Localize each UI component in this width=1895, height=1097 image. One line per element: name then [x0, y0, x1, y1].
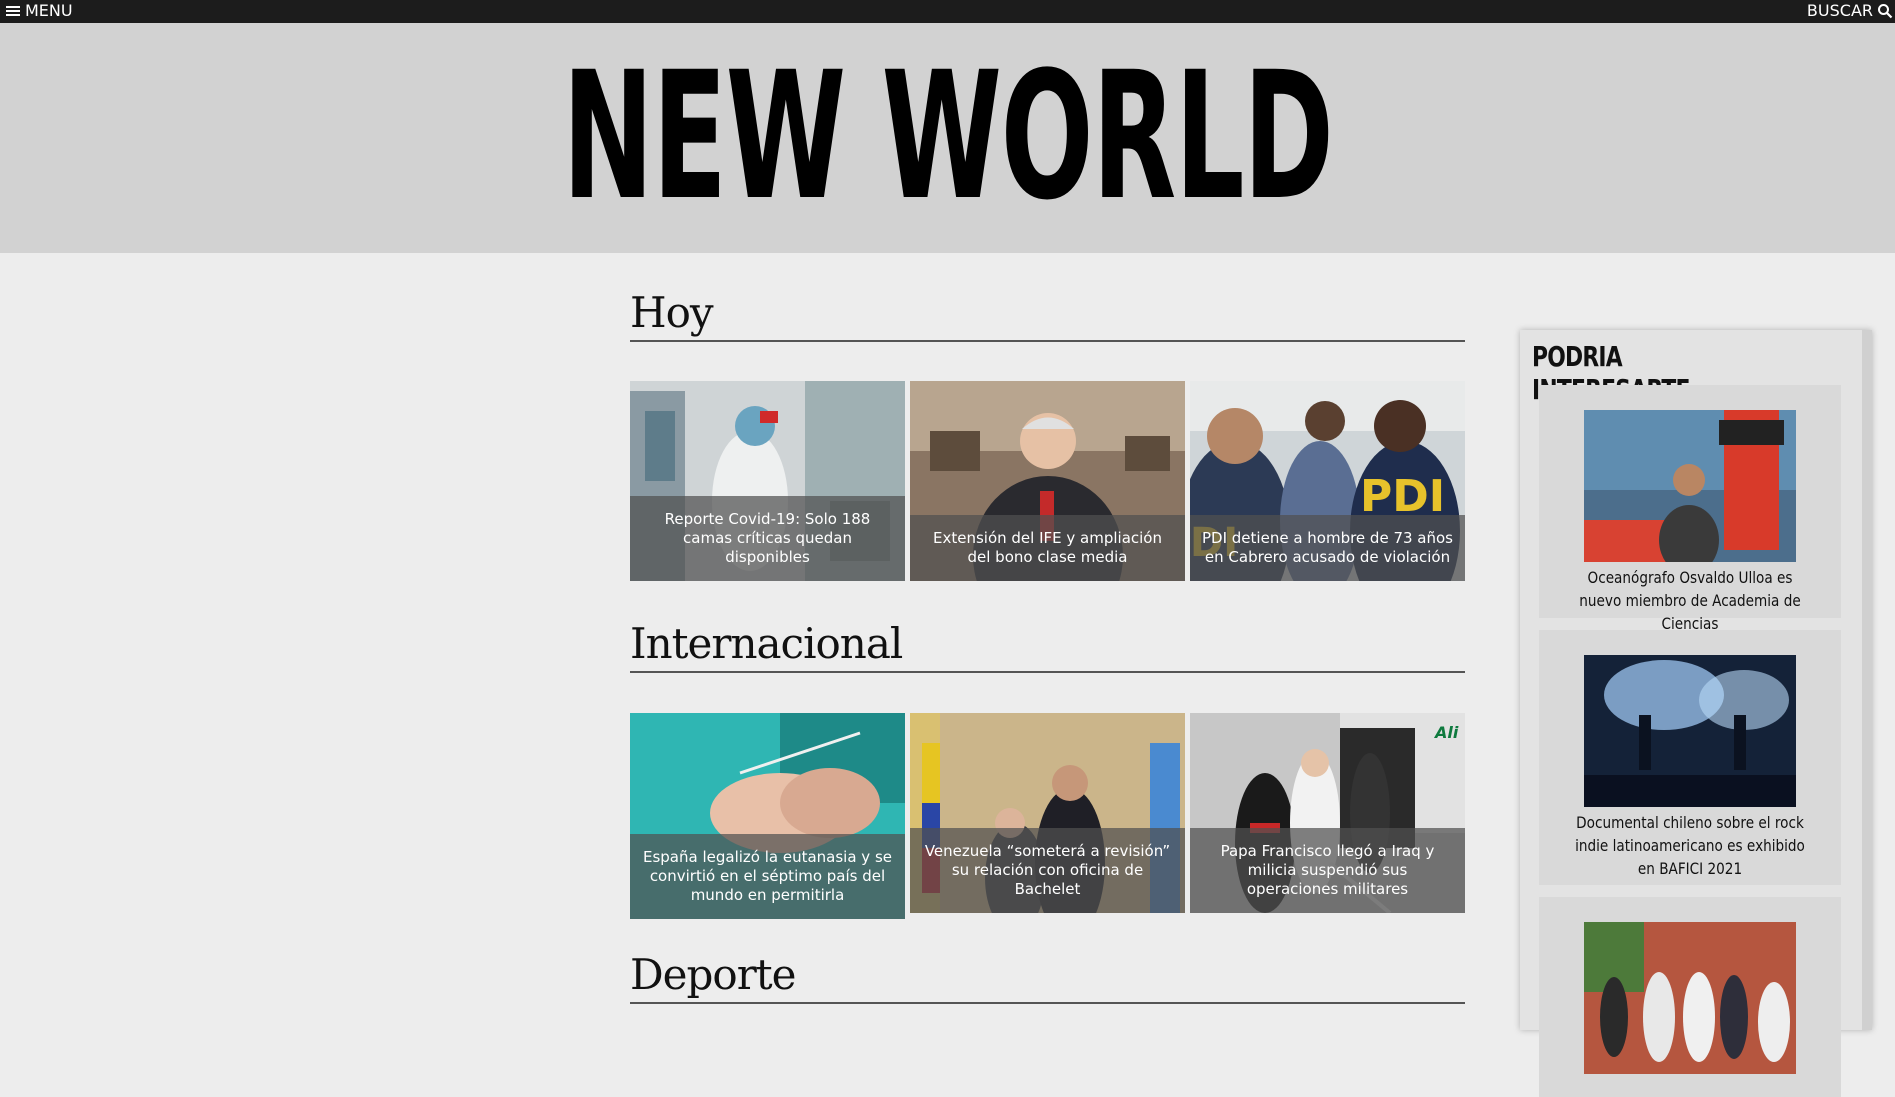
sidebar-item[interactable]: Oceanógrafo Osvaldo Ulloa es nuevo miemb…	[1539, 385, 1841, 633]
news-card[interactable]: España legalizó la eutanasia y se convir…	[630, 713, 905, 919]
oceanographer-photo	[1584, 410, 1796, 562]
card-row-internacional: España legalizó la eutanasia y se convir…	[630, 713, 1465, 919]
card-caption: PDI detiene a hombre de 73 años en Cabre…	[1190, 515, 1465, 581]
sidebar-scrollbar[interactable]	[1862, 330, 1872, 1030]
news-card[interactable]: Ali Papa Francisco llegó a Iraq y milici…	[1190, 713, 1465, 913]
news-card[interactable]: Venezuela “someterá a revisión” su relac…	[910, 713, 1185, 913]
sidebar-item[interactable]	[1539, 897, 1841, 1097]
group-photo	[1584, 922, 1796, 1074]
search-label: BUSCAR	[1806, 1, 1873, 20]
search-icon	[1878, 3, 1893, 18]
section-title-hoy[interactable]: Hoy	[630, 288, 1465, 342]
card-caption: España legalizó la eutanasia y se convir…	[630, 834, 905, 919]
menu-label: MENU	[25, 1, 73, 20]
card-caption: Venezuela “someterá a revisión” su relac…	[910, 828, 1185, 913]
sidebar-item-text: Documental chileno sobre el rock indie l…	[1575, 813, 1805, 878]
section-title-internacional[interactable]: Internacional	[630, 619, 1465, 673]
card-caption: Reporte Covid-19: Solo 188 camas crítica…	[630, 496, 905, 581]
news-card[interactable]: PDI DI PDI detiene a hombre de 73 años e…	[1190, 381, 1465, 581]
card-caption: Papa Francisco llegó a Iraq y milicia su…	[1190, 828, 1465, 913]
news-card[interactable]: Reporte Covid-19: Solo 188 camas crítica…	[630, 381, 905, 581]
hamburger-icon	[6, 5, 20, 17]
news-card[interactable]: Extensión del IFE y ampliación del bono …	[910, 381, 1185, 581]
top-bar: MENU BUSCAR	[0, 0, 1895, 23]
section-title-deporte[interactable]: Deporte	[630, 950, 1465, 1004]
card-row-hoy: Reporte Covid-19: Solo 188 camas crítica…	[630, 381, 1465, 581]
masthead: NEW WORLD	[0, 23, 1895, 253]
card-caption: Extensión del IFE y ampliación del bono …	[910, 515, 1185, 581]
search-button[interactable]: BUSCAR	[1807, 1, 1893, 20]
svg-text:Ali: Ali	[1433, 723, 1459, 742]
concert-photo	[1584, 655, 1796, 807]
site-logo-title[interactable]: NEW WORLD	[360, 37, 1535, 237]
sidebar-item-text: Oceanógrafo Osvaldo Ulloa es nuevo miemb…	[1579, 568, 1801, 633]
menu-button[interactable]: MENU	[6, 1, 73, 20]
recommended-sidebar: PODRIA INTERESARTE... Oceanógrafo Osvald…	[1520, 330, 1872, 1097]
sidebar-item[interactable]: Documental chileno sobre el rock indie l…	[1539, 630, 1841, 885]
